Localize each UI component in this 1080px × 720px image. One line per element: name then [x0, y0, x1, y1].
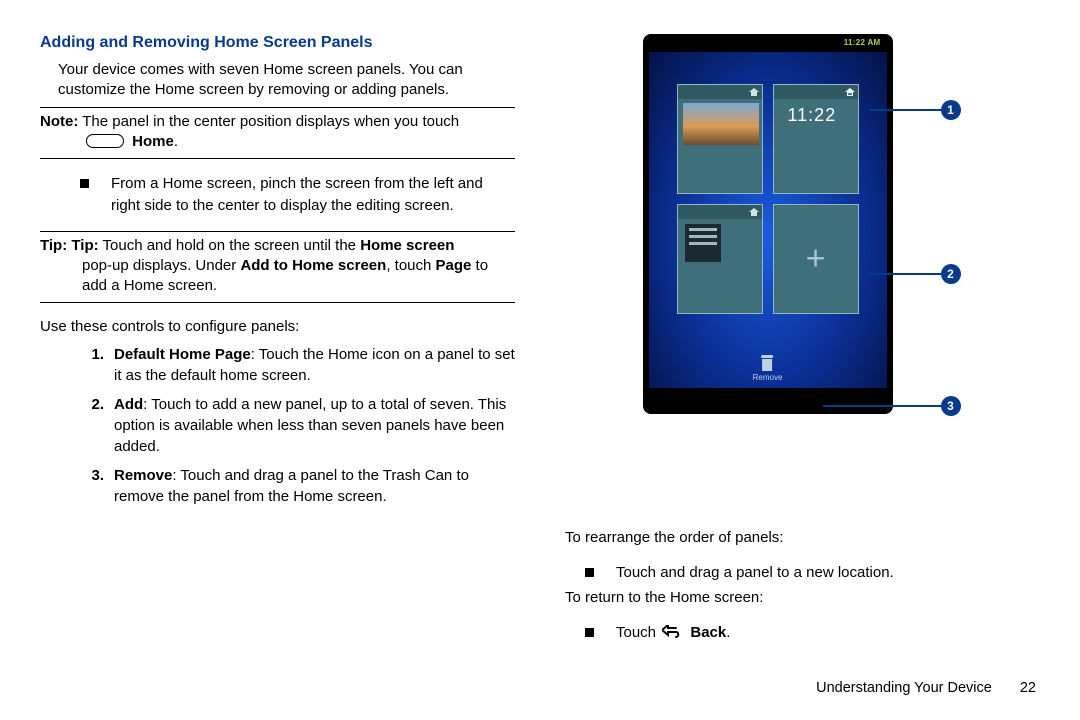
trash-icon	[759, 355, 775, 371]
page-footer: Understanding Your Device 22	[816, 680, 1036, 696]
note-home-word: Home	[132, 133, 174, 150]
callout-1: 1	[869, 100, 961, 120]
control-3-title: Remove	[114, 467, 172, 484]
note-block: Note: The panel in the center position d…	[40, 112, 515, 153]
note-period: .	[174, 133, 178, 150]
callout-2: 2	[869, 264, 961, 284]
return-intro: To return to the Home screen:	[565, 588, 1040, 608]
status-time: 11:22 AM	[844, 38, 881, 47]
callout-3: 3	[823, 396, 961, 416]
home-key-icon	[86, 134, 124, 148]
control-2-title: Add	[114, 396, 143, 413]
footer-section: Understanding Your Device	[816, 680, 992, 696]
tip-bold3: Page	[436, 257, 472, 274]
callout-badge-3: 3	[941, 396, 961, 416]
panel-clock: 11:22	[788, 105, 837, 126]
return-bullet: Touch Back.	[565, 622, 1040, 644]
panel-thumb-1	[677, 84, 763, 194]
rearrange-intro: To rearrange the order of panels:	[565, 528, 1040, 548]
list-number: 1.	[82, 344, 104, 386]
panel-thumb-2: 11:22	[773, 84, 859, 194]
back-icon	[662, 625, 682, 639]
divider	[40, 107, 515, 108]
plus-icon: +	[806, 240, 826, 279]
controls-intro: Use these controls to configure panels:	[40, 317, 515, 337]
panel-editor-illustration: 11:22 AM 11:22 +	[643, 34, 963, 414]
bullet-icon	[585, 568, 594, 577]
return-touch: Touch	[616, 624, 660, 641]
tip-bold1: Home screen	[360, 237, 454, 254]
note-label: Note:	[40, 113, 78, 130]
tip-label: Tip: Tip:	[40, 237, 99, 254]
remove-label: Remove	[753, 373, 783, 382]
list-number: 2.	[82, 394, 104, 457]
tip-part1: Touch and hold on the screen until the	[103, 237, 361, 254]
divider	[40, 158, 515, 159]
home-icon	[749, 208, 759, 216]
panel-thumb-3	[677, 204, 763, 314]
footer-page-number: 22	[1020, 680, 1036, 696]
note-text-1: The panel in the center position display…	[82, 113, 459, 130]
tablet-frame: 11:22 AM 11:22 +	[643, 34, 893, 414]
control-2-text: : Touch to add a new panel, up to a tota…	[114, 396, 506, 455]
divider	[40, 302, 515, 303]
control-item-3: 3. Remove: Touch and drag a panel to the…	[40, 465, 515, 507]
remove-area: Remove	[753, 355, 783, 382]
section-title: Adding and Removing Home Screen Panels	[40, 34, 515, 52]
tip-part2a: pop-up displays. Under	[82, 257, 240, 274]
home-icon	[749, 88, 759, 96]
rearrange-bullet-text: Touch and drag a panel to a new location…	[616, 562, 1040, 584]
panel-thumb-add: +	[773, 204, 859, 314]
tip-bold2: Add to Home screen	[240, 257, 386, 274]
bullet-icon	[80, 179, 89, 188]
control-item-1: 1. Default Home Page: Touch the Home ico…	[40, 344, 515, 386]
tip-block: Tip: Tip: Touch and hold on the screen u…	[40, 236, 515, 297]
control-1-title: Default Home Page	[114, 346, 251, 363]
pinch-bullet-text: From a Home screen, pinch the screen fro…	[111, 173, 515, 217]
rearrange-bullet: Touch and drag a panel to a new location…	[565, 562, 1040, 584]
return-after: .	[726, 624, 730, 641]
return-back-word: Back	[690, 624, 726, 641]
list-number: 3.	[82, 465, 104, 507]
control-item-2: 2. Add: Touch to add a new panel, up to …	[40, 394, 515, 457]
pinch-bullet: From a Home screen, pinch the screen fro…	[40, 173, 515, 217]
divider	[40, 231, 515, 232]
bullet-icon	[585, 628, 594, 637]
intro-text: Your device comes with seven Home screen…	[58, 60, 515, 101]
tip-part3: , touch	[386, 257, 435, 274]
callout-badge-2: 2	[941, 264, 961, 284]
home-icon-active	[845, 88, 855, 96]
callout-badge-1: 1	[941, 100, 961, 120]
